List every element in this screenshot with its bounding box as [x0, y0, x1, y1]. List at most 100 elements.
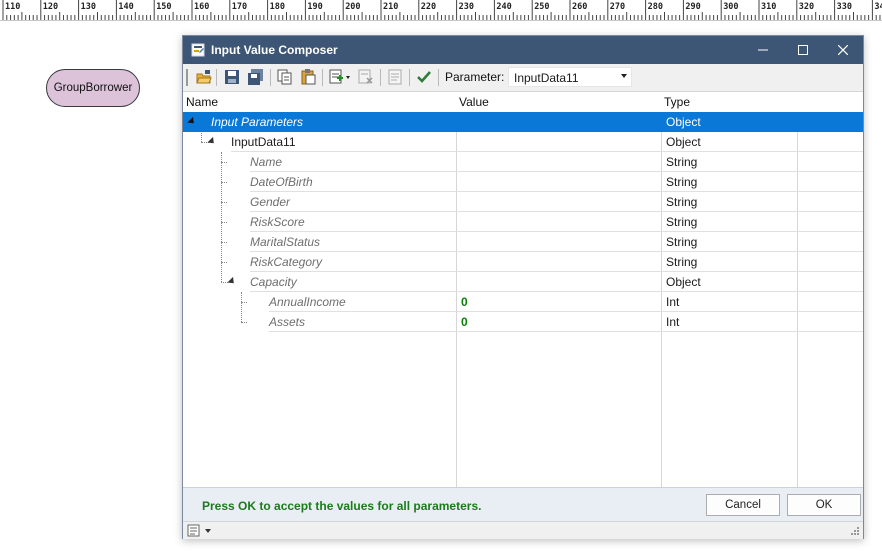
open-button[interactable]	[195, 68, 213, 86]
toolbar-separator	[216, 69, 217, 86]
row-separator	[269, 331, 863, 332]
ruler-label: 220	[420, 2, 437, 12]
format-button[interactable]	[386, 68, 404, 86]
validate-button[interactable]	[415, 68, 433, 86]
paste-button[interactable]	[299, 68, 317, 86]
row-type: String	[666, 235, 698, 249]
ruler-label: 310	[761, 2, 777, 12]
properties-icon[interactable]	[187, 524, 201, 537]
row-value[interactable]: 0	[461, 295, 468, 309]
copy-button[interactable]	[276, 68, 294, 86]
table-row[interactable]: DateOfBirth String	[183, 172, 863, 192]
ruler-label: 130	[80, 2, 96, 12]
close-icon	[838, 45, 848, 55]
save-button[interactable]	[223, 68, 241, 86]
format-icon	[388, 69, 402, 85]
table-row[interactable]: Gender String	[183, 192, 863, 212]
dialog-titlebar[interactable]: Input Value Composer	[183, 36, 863, 64]
tree-connector	[241, 302, 247, 303]
save-all-button[interactable]	[247, 68, 265, 86]
row-type: Object	[666, 135, 701, 149]
toolbar-separator	[409, 69, 410, 86]
table-row[interactable]: RiskCategory String	[183, 252, 863, 272]
table-row[interactable]: AnnualIncome 0 Int	[183, 292, 863, 312]
table-row[interactable]: RiskScore String	[183, 212, 863, 232]
table-row[interactable]: Capacity Object	[183, 272, 863, 292]
maximize-button[interactable]	[783, 36, 823, 64]
remove-item-icon	[358, 69, 373, 84]
tree-connector	[201, 133, 202, 142]
save-icon	[225, 70, 239, 84]
row-name: RiskCategory	[250, 255, 323, 269]
tree-connector	[221, 262, 227, 263]
maximize-icon	[798, 45, 808, 55]
parameter-select[interactable]: InputData11	[508, 67, 632, 87]
toolbar-separator	[438, 69, 439, 86]
toolbar-separator	[322, 69, 323, 86]
ruler-label: 34	[874, 2, 882, 12]
row-name: Gender	[250, 195, 291, 209]
toolbar-separator	[270, 69, 271, 86]
expand-collapse-icon[interactable]	[227, 276, 237, 287]
parameter-selected-value: InputData11	[514, 71, 579, 85]
add-item-dropdown[interactable]	[328, 68, 354, 86]
open-folder-icon	[196, 70, 212, 84]
ruler-label: 240	[496, 2, 512, 12]
row-type: Int	[666, 295, 680, 309]
expand-collapse-icon[interactable]	[187, 116, 197, 127]
input-value-composer-dialog: Input Value Composer Parameter: InputDat…	[182, 35, 864, 539]
row-name: MaritalStatus	[250, 235, 321, 249]
tree-connector	[221, 202, 227, 203]
row-type: String	[666, 155, 698, 169]
column-header-name[interactable]: Name	[186, 95, 218, 109]
group-borrower-node[interactable]: GroupBorrower	[46, 69, 140, 107]
row-name: AnnualIncome	[269, 295, 346, 309]
ruler-label: 280	[647, 2, 663, 12]
tree-connector	[221, 162, 227, 163]
tree-connector	[221, 222, 227, 223]
ruler-label: 290	[685, 2, 701, 12]
tree-connector	[241, 322, 247, 323]
resize-grip-icon[interactable]	[850, 526, 860, 536]
composer-icon	[191, 43, 205, 57]
parameter-label: Parameter:	[445, 70, 505, 84]
row-name: Assets	[269, 315, 306, 329]
tree-connector	[241, 292, 242, 322]
row-type: String	[666, 215, 698, 229]
row-value[interactable]: 0	[461, 315, 468, 329]
ok-button[interactable]: OK	[787, 494, 861, 516]
column-header-type[interactable]: Type	[664, 95, 690, 109]
ruler-label: 190	[307, 2, 323, 12]
dropdown-arrow-icon[interactable]	[204, 528, 212, 534]
minimize-icon	[758, 49, 768, 51]
tree-connector	[221, 182, 227, 183]
table-row[interactable]: Name String	[183, 152, 863, 172]
save-all-icon	[248, 69, 263, 85]
grid-header: Name Value Type	[183, 93, 863, 113]
tree-connector	[221, 242, 227, 243]
expand-collapse-icon[interactable]	[207, 136, 217, 147]
composer-toolbar: Parameter: InputData11	[183, 64, 863, 92]
ruler-label: 260	[572, 2, 588, 12]
table-row[interactable]: InputData11 Object	[183, 132, 863, 152]
ruler-label: 160	[194, 2, 210, 12]
row-type: Object	[666, 275, 701, 289]
ruler-label: 250	[534, 2, 550, 12]
row-name: RiskScore	[250, 215, 305, 229]
column-header-value[interactable]: Value	[459, 95, 489, 109]
table-row[interactable]: Input Parameters Object	[183, 112, 863, 132]
table-row[interactable]: Assets 0 Int	[183, 312, 863, 332]
row-name: DateOfBirth	[250, 175, 313, 189]
row-name: Name	[250, 155, 283, 169]
horizontal-ruler: 110 120 130 140 150 160 170 180 190 200 210 220 230 2…	[0, 0, 882, 21]
close-button[interactable]	[823, 36, 863, 64]
minimize-button[interactable]	[743, 36, 783, 64]
cancel-button[interactable]: Cancel	[706, 494, 780, 516]
remove-item-button[interactable]	[357, 68, 375, 86]
paste-icon	[301, 69, 316, 85]
row-type: Int	[666, 315, 680, 329]
table-row[interactable]: MaritalStatus String	[183, 232, 863, 252]
ruler-label: 230	[458, 2, 474, 12]
row-type: Object	[666, 115, 701, 129]
ruler-label: 150	[156, 2, 172, 12]
